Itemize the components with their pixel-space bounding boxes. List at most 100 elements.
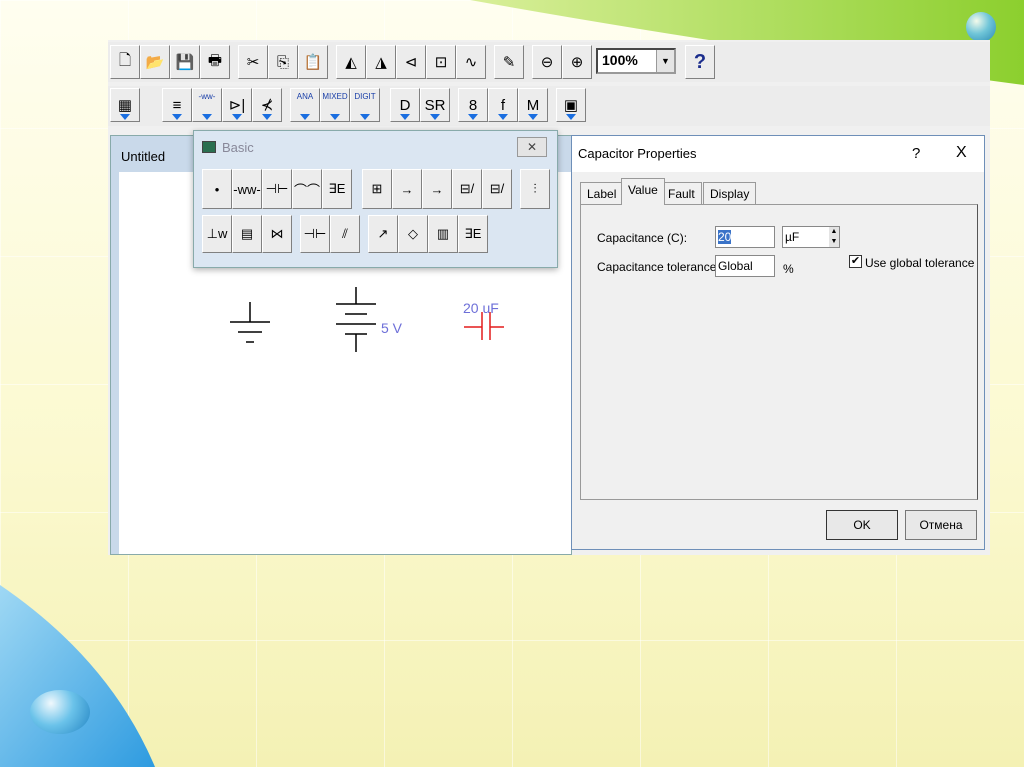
dropdown-arrow-icon — [330, 114, 340, 120]
tab-value[interactable]: Value — [621, 178, 665, 205]
mixed-ic-button[interactable]: MIXED — [320, 88, 350, 122]
palette-part-15-button[interactable]: ⊣⊢ — [300, 215, 330, 253]
palette-part-16-icon: ⫽ — [342, 226, 348, 241]
palette-part-11-icon: ⫶ — [533, 181, 537, 196]
mixed-ic-icon: MIXED — [322, 92, 348, 101]
palette-part-14-button[interactable]: ⋈ — [262, 215, 292, 253]
instruments-button[interactable]: ▣ — [556, 88, 586, 122]
flip-vertical-button[interactable]: ⊲ — [396, 45, 426, 79]
tolerance-unit: % — [783, 262, 794, 276]
value-tab-panel: Capacitance (C): 20 µF ▲ ▼ Capacitance tol… — [580, 204, 978, 500]
new-button[interactable]: 🗋 — [110, 45, 140, 79]
open-button[interactable]: 📂 — [140, 45, 170, 79]
print-button[interactable]: 🖶 — [200, 45, 230, 79]
save-button[interactable]: 💾 — [170, 45, 200, 79]
water-drop — [30, 690, 90, 734]
palette-part-17-button[interactable]: ↗ — [368, 215, 398, 253]
digital-ic-button[interactable]: DIGIT — [350, 88, 380, 122]
capacitance-unit-spinner[interactable]: µF ▲ ▼ — [782, 226, 840, 248]
tab-label[interactable]: Label — [580, 182, 624, 204]
palette-close-button[interactable]: ✕ — [517, 137, 547, 157]
palette-part-2-button[interactable]: -ww- — [232, 169, 262, 209]
dropdown-arrow-icon — [202, 114, 212, 120]
copy-icon: ⎘ — [276, 53, 289, 71]
analog-ic-button[interactable]: ANA — [290, 88, 320, 122]
palette-part-20-button[interactable]: ∃E — [458, 215, 488, 253]
zoom-out-button[interactable]: ⊖ — [532, 45, 562, 79]
zoom-in-icon: ⊕ — [570, 54, 584, 71]
misc-button[interactable]: M — [518, 88, 548, 122]
zoom-select[interactable]: 100% ▼ — [596, 48, 676, 74]
palette-part-19-button[interactable]: ▥ — [428, 215, 458, 253]
palette-part-5-icon: ∃E — [328, 181, 346, 196]
transistors-icon: ⊀ — [260, 97, 274, 114]
palette-part-10-button[interactable]: ⊟/ — [482, 169, 512, 209]
indicators-button[interactable]: 8 — [458, 88, 488, 122]
controls-button[interactable]: f — [488, 88, 518, 122]
rotate-button[interactable]: ◭ — [336, 45, 366, 79]
palette-part-5-button[interactable]: ∃E — [322, 169, 352, 209]
dialog-help-button[interactable]: ? — [912, 145, 920, 162]
palette-part-9-button[interactable]: ⊟/ — [452, 169, 482, 209]
palette-part-15-icon: ⊣⊢ — [303, 226, 327, 241]
tab-fault[interactable]: Fault — [661, 182, 702, 204]
palette-part-14-icon: ⋈ — [270, 226, 284, 241]
flip-horizontal-button[interactable]: ◮ — [366, 45, 396, 79]
indicators-icon: 8 — [468, 96, 478, 114]
palette-part-16-button[interactable]: ⫽ — [330, 215, 360, 253]
transistors-button[interactable]: ⊀ — [252, 88, 282, 122]
edit-check-icon: ✎ — [502, 54, 516, 71]
ground-symbol — [230, 302, 270, 343]
parts-bin-button[interactable]: ▦ — [110, 88, 140, 122]
component-properties-icon: ⊡ — [434, 54, 448, 71]
diodes-button[interactable]: ⊳| — [222, 88, 252, 122]
palette-part-12-button[interactable]: ⊥w — [202, 215, 232, 253]
palette-part-18-icon: ◇ — [408, 226, 418, 241]
cut-button[interactable]: ✂ — [238, 45, 268, 79]
palette-part-6-icon: ⊞ — [371, 181, 383, 196]
basic-parts-palette: Basic ✕ • -ww- ⊣⊢ ⌒⌒ ∃E ⊞ → → ⊟/ ⊟/ ⫶ ⊥w ▤ ⋈ ⊣⊢ ⫽ ↗ ◇ ▥ ∃E — [193, 130, 558, 268]
basic-button[interactable]: -ww- — [192, 88, 222, 122]
copy-button[interactable]: ⎘ — [268, 45, 298, 79]
dialog-close-button[interactable]: X — [956, 144, 967, 162]
palette-part-6-button[interactable]: ⊞ — [362, 169, 392, 209]
main-toolbar: 100% ▼ ? 🗋 📂 💾 🖶 ✂ ⎘ 📋 ◭ ◮ ⊲ ⊡ ∿ ✎ ⊖ ⊕ — [108, 42, 990, 82]
tolerance-input[interactable]: Global — [715, 255, 775, 277]
blue-swoosh — [0, 585, 155, 767]
palette-part-1-button[interactable]: • — [202, 169, 232, 209]
dropdown-arrow-icon — [262, 114, 272, 120]
controls-icon: f — [500, 96, 506, 114]
palette-part-10-icon: ⊟/ — [489, 181, 505, 196]
dropdown-arrow-icon — [468, 114, 478, 120]
sources-icon: ≡ — [172, 96, 182, 114]
cancel-button[interactable]: Отмена — [905, 510, 977, 540]
palette-part-19-icon: ▥ — [436, 226, 450, 241]
capacitance-input[interactable]: 20 — [715, 226, 775, 248]
logic-gates-button[interactable]: D — [390, 88, 420, 122]
palette-part-8-button[interactable]: → — [422, 169, 452, 209]
zoom-in-button[interactable]: ⊕ — [562, 45, 592, 79]
ok-button[interactable]: OK — [826, 510, 898, 540]
paste-button[interactable]: 📋 — [298, 45, 328, 79]
palette-part-11-button[interactable]: ⫶ — [520, 169, 550, 209]
palette-part-18-button[interactable]: ◇ — [398, 215, 428, 253]
palette-part-13-button[interactable]: ▤ — [232, 215, 262, 253]
palette-part-3-button[interactable]: ⊣⊢ — [262, 169, 292, 209]
palette-part-7-button[interactable]: → — [392, 169, 422, 209]
component-properties-button[interactable]: ⊡ — [426, 45, 456, 79]
sources-button[interactable]: ≡ — [162, 88, 192, 122]
help-button[interactable]: ? — [685, 45, 715, 79]
global-tolerance-checkbox[interactable]: ✔ — [849, 255, 862, 268]
analysis-graph-button[interactable]: ∿ — [456, 45, 486, 79]
flip-vertical-icon: ⊲ — [404, 54, 418, 71]
palette-part-4-button[interactable]: ⌒⌒ — [292, 169, 322, 209]
dropdown-arrow-icon — [172, 114, 182, 120]
digital-button[interactable]: SR — [420, 88, 450, 122]
edit-check-button[interactable]: ✎ — [494, 45, 524, 79]
zoom-out-icon: ⊖ — [540, 54, 554, 71]
tab-display[interactable]: Display — [703, 182, 757, 204]
new-icon: 🗋 — [118, 51, 132, 69]
global-tolerance-label: Use global tolerance — [865, 256, 975, 270]
palette-part-12-icon: ⊥w — [206, 226, 228, 241]
cut-icon: ✂ — [246, 54, 260, 71]
